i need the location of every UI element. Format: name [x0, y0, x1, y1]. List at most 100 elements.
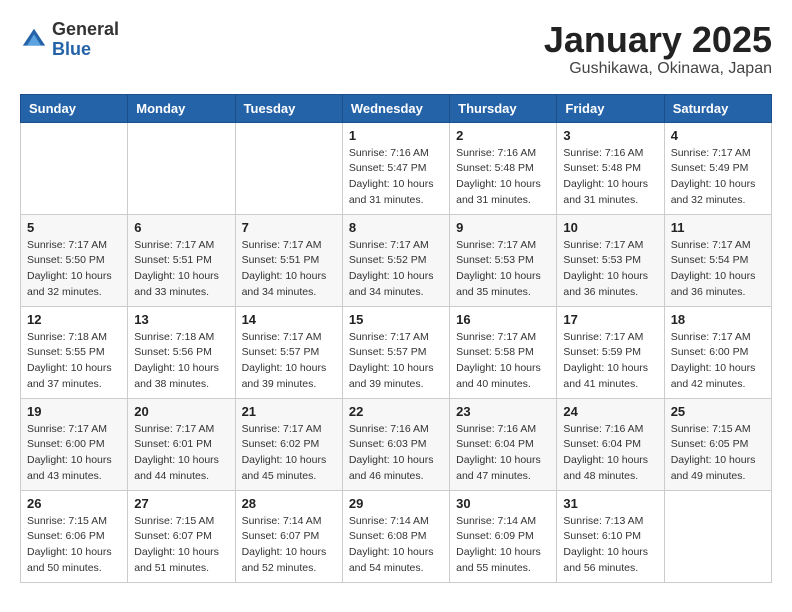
calendar: SundayMondayTuesdayWednesdayThursdayFrid… [20, 94, 772, 583]
calendar-cell [21, 122, 128, 214]
day-number: 20 [134, 404, 228, 419]
day-info: Sunrise: 7:17 AM Sunset: 6:00 PM Dayligh… [671, 330, 765, 393]
calendar-cell: 12 Sunrise: 7:18 AM Sunset: 5:55 PM Dayli… [21, 306, 128, 398]
day-info: Sunrise: 7:17 AM Sunset: 6:00 PM Dayligh… [27, 422, 121, 485]
day-number: 9 [456, 220, 550, 235]
calendar-cell: 3 Sunrise: 7:16 AM Sunset: 5:48 PM Daylig… [557, 122, 664, 214]
week-row-3: 12 Sunrise: 7:18 AM Sunset: 5:55 PM Dayli… [21, 306, 772, 398]
weekday-header-sunday: Sunday [21, 94, 128, 122]
day-number: 17 [563, 312, 657, 327]
weekday-header-wednesday: Wednesday [342, 94, 449, 122]
calendar-cell: 6 Sunrise: 7:17 AM Sunset: 5:51 PM Daylig… [128, 214, 235, 306]
weekday-header-row: SundayMondayTuesdayWednesdayThursdayFrid… [21, 94, 772, 122]
day-number: 30 [456, 496, 550, 511]
calendar-cell [128, 122, 235, 214]
day-number: 4 [671, 128, 765, 143]
day-number: 14 [242, 312, 336, 327]
day-number: 2 [456, 128, 550, 143]
calendar-cell: 1Sunrise: 7:16 AM Sunset: 5:47 PM Daylig… [342, 122, 449, 214]
day-info: Sunrise: 7:17 AM Sunset: 5:52 PM Dayligh… [349, 238, 443, 301]
calendar-cell: 26Sunrise: 7:15 AM Sunset: 6:06 PM Dayli… [21, 490, 128, 582]
day-info: Sunrise: 7:16 AM Sunset: 6:03 PM Dayligh… [349, 422, 443, 485]
calendar-cell: 18 Sunrise: 7:17 AM Sunset: 6:00 PM Dayli… [664, 306, 771, 398]
day-info: Sunrise: 7:17 AM Sunset: 5:57 PM Dayligh… [242, 330, 336, 393]
calendar-cell: 31Sunrise: 7:13 AM Sunset: 6:10 PM Dayli… [557, 490, 664, 582]
calendar-cell: 15Sunrise: 7:17 AM Sunset: 5:57 PM Dayli… [342, 306, 449, 398]
calendar-cell: 20 Sunrise: 7:17 AM Sunset: 6:01 PM Dayli… [128, 398, 235, 490]
weekday-header-monday: Monday [128, 94, 235, 122]
day-number: 19 [27, 404, 121, 419]
calendar-cell: 5Sunrise: 7:17 AM Sunset: 5:50 PM Daylig… [21, 214, 128, 306]
day-number: 8 [349, 220, 443, 235]
day-number: 28 [242, 496, 336, 511]
calendar-cell: 28Sunrise: 7:14 AM Sunset: 6:07 PM Dayli… [235, 490, 342, 582]
calendar-cell: 14 Sunrise: 7:17 AM Sunset: 5:57 PM Dayli… [235, 306, 342, 398]
day-info: Sunrise: 7:15 AM Sunset: 6:07 PM Dayligh… [134, 514, 228, 577]
logo-icon [20, 26, 48, 54]
logo-general: General [52, 19, 119, 39]
calendar-cell: 19 Sunrise: 7:17 AM Sunset: 6:00 PM Dayli… [21, 398, 128, 490]
title-block: January 2025 Gushikawa, Okinawa, Japan [544, 20, 772, 78]
day-number: 5 [27, 220, 121, 235]
calendar-cell: 8 Sunrise: 7:17 AM Sunset: 5:52 PM Daylig… [342, 214, 449, 306]
logo-text: General Blue [52, 20, 119, 60]
day-info: Sunrise: 7:16 AM Sunset: 6:04 PM Dayligh… [456, 422, 550, 485]
calendar-cell: 9Sunrise: 7:17 AM Sunset: 5:53 PM Daylig… [450, 214, 557, 306]
logo: General Blue [20, 20, 119, 60]
day-number: 24 [563, 404, 657, 419]
location: Gushikawa, Okinawa, Japan [544, 60, 772, 78]
day-number: 21 [242, 404, 336, 419]
calendar-cell: 24Sunrise: 7:16 AM Sunset: 6:04 PM Dayli… [557, 398, 664, 490]
day-info: Sunrise: 7:17 AM Sunset: 5:53 PM Dayligh… [563, 238, 657, 301]
calendar-cell: 23 Sunrise: 7:16 AM Sunset: 6:04 PM Dayli… [450, 398, 557, 490]
weekday-header-tuesday: Tuesday [235, 94, 342, 122]
day-info: Sunrise: 7:18 AM Sunset: 5:55 PM Dayligh… [27, 330, 121, 393]
day-number: 25 [671, 404, 765, 419]
calendar-cell: 2 Sunrise: 7:16 AM Sunset: 5:48 PM Daylig… [450, 122, 557, 214]
day-number: 23 [456, 404, 550, 419]
weekday-header-thursday: Thursday [450, 94, 557, 122]
day-info: Sunrise: 7:16 AM Sunset: 5:48 PM Dayligh… [456, 146, 550, 209]
calendar-cell: 27Sunrise: 7:15 AM Sunset: 6:07 PM Dayli… [128, 490, 235, 582]
day-info: Sunrise: 7:16 AM Sunset: 5:48 PM Dayligh… [563, 146, 657, 209]
logo-blue: Blue [52, 39, 91, 59]
day-info: Sunrise: 7:17 AM Sunset: 5:49 PM Dayligh… [671, 146, 765, 209]
day-number: 22 [349, 404, 443, 419]
calendar-cell: 16 Sunrise: 7:17 AM Sunset: 5:58 PM Dayli… [450, 306, 557, 398]
weekday-header-friday: Friday [557, 94, 664, 122]
week-row-1: 1Sunrise: 7:16 AM Sunset: 5:47 PM Daylig… [21, 122, 772, 214]
day-number: 15 [349, 312, 443, 327]
calendar-cell: 7 Sunrise: 7:17 AM Sunset: 5:51 PM Daylig… [235, 214, 342, 306]
calendar-cell: 29Sunrise: 7:14 AM Sunset: 6:08 PM Dayli… [342, 490, 449, 582]
day-info: Sunrise: 7:17 AM Sunset: 6:01 PM Dayligh… [134, 422, 228, 485]
day-info: Sunrise: 7:17 AM Sunset: 5:51 PM Dayligh… [242, 238, 336, 301]
calendar-cell: 25Sunrise: 7:15 AM Sunset: 6:05 PM Dayli… [664, 398, 771, 490]
day-number: 3 [563, 128, 657, 143]
day-info: Sunrise: 7:17 AM Sunset: 5:58 PM Dayligh… [456, 330, 550, 393]
calendar-cell: 13Sunrise: 7:18 AM Sunset: 5:56 PM Dayli… [128, 306, 235, 398]
calendar-cell: 30 Sunrise: 7:14 AM Sunset: 6:09 PM Dayli… [450, 490, 557, 582]
weekday-header-saturday: Saturday [664, 94, 771, 122]
calendar-cell: 21Sunrise: 7:17 AM Sunset: 6:02 PM Dayli… [235, 398, 342, 490]
day-info: Sunrise: 7:17 AM Sunset: 5:54 PM Dayligh… [671, 238, 765, 301]
week-row-4: 19 Sunrise: 7:17 AM Sunset: 6:00 PM Dayli… [21, 398, 772, 490]
calendar-cell: 11Sunrise: 7:17 AM Sunset: 5:54 PM Dayli… [664, 214, 771, 306]
day-number: 18 [671, 312, 765, 327]
day-info: Sunrise: 7:14 AM Sunset: 6:09 PM Dayligh… [456, 514, 550, 577]
calendar-cell [664, 490, 771, 582]
day-info: Sunrise: 7:17 AM Sunset: 5:59 PM Dayligh… [563, 330, 657, 393]
week-row-5: 26Sunrise: 7:15 AM Sunset: 6:06 PM Dayli… [21, 490, 772, 582]
day-number: 1 [349, 128, 443, 143]
day-number: 29 [349, 496, 443, 511]
day-number: 7 [242, 220, 336, 235]
day-number: 10 [563, 220, 657, 235]
day-number: 6 [134, 220, 228, 235]
day-number: 16 [456, 312, 550, 327]
day-info: Sunrise: 7:15 AM Sunset: 6:06 PM Dayligh… [27, 514, 121, 577]
month-title: January 2025 [544, 20, 772, 60]
week-row-2: 5Sunrise: 7:17 AM Sunset: 5:50 PM Daylig… [21, 214, 772, 306]
day-info: Sunrise: 7:18 AM Sunset: 5:56 PM Dayligh… [134, 330, 228, 393]
day-info: Sunrise: 7:17 AM Sunset: 5:51 PM Dayligh… [134, 238, 228, 301]
calendar-cell: 17 Sunrise: 7:17 AM Sunset: 5:59 PM Dayli… [557, 306, 664, 398]
day-number: 12 [27, 312, 121, 327]
